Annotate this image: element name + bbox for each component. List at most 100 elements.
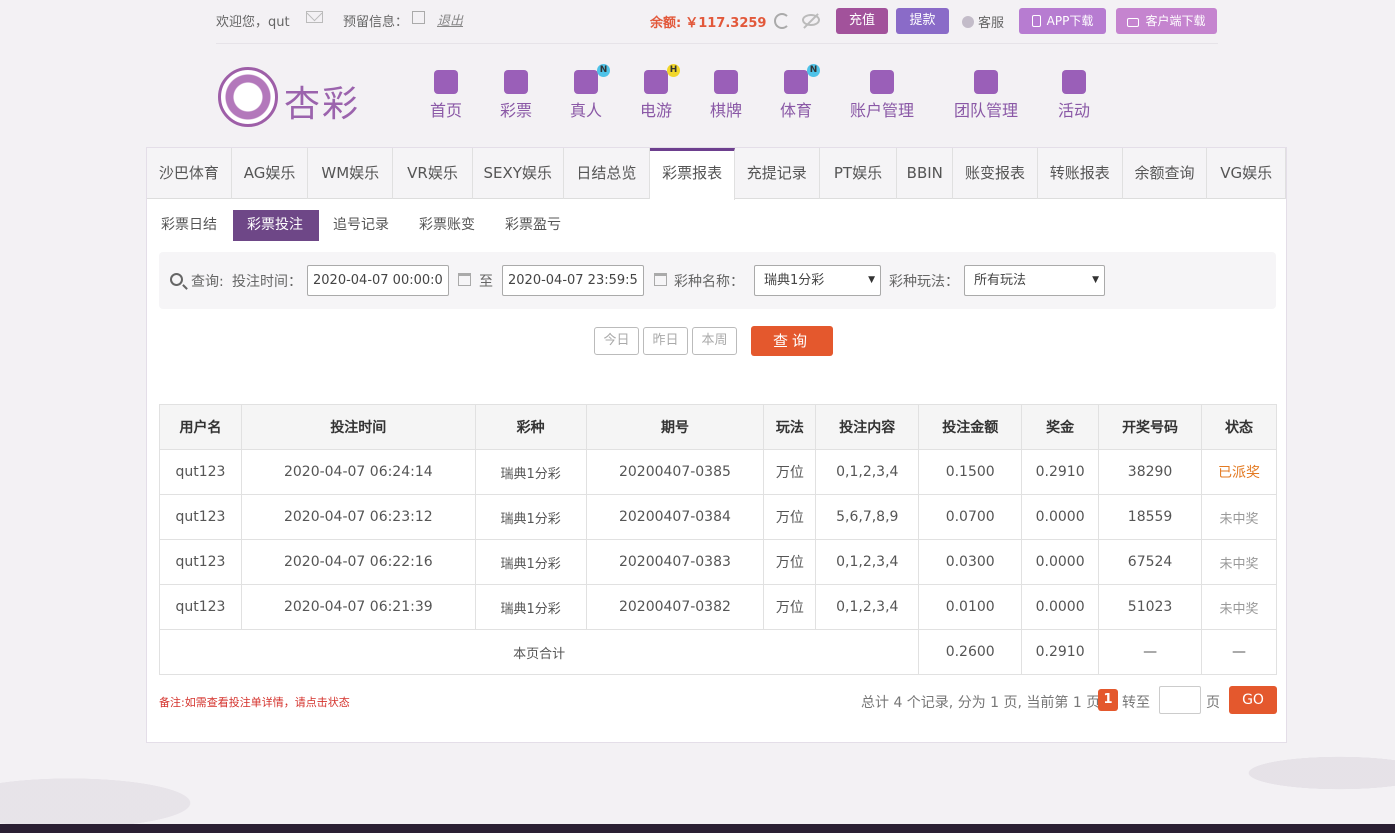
page-total-label: 本页合计: [158, 629, 920, 675]
report-tabs: 沙巴体育 AG娱乐 WM娱乐 VR娱乐 SEXY娱乐 日结总览 彩票报表 充提记…: [147, 148, 1287, 200]
monitor-icon: [1127, 18, 1140, 27]
tab-balance-change-report[interactable]: 账变报表: [953, 148, 1038, 199]
query-button[interactable]: 查询: [751, 326, 833, 356]
subtab-lottery-balance-change[interactable]: 彩票账变: [405, 210, 491, 241]
nav-account-management[interactable]: 账户管理: [844, 70, 920, 121]
client-download-button[interactable]: 客户端下载: [1116, 8, 1217, 34]
column-header: 彩种: [474, 404, 587, 450]
bet-amount-cell: 0.0300: [918, 539, 1023, 585]
column-header: 开奖号码: [1098, 404, 1203, 450]
nav-live-dealer[interactable]: N 真人: [552, 64, 620, 121]
lottery-cell: 瑞典1分彩: [474, 539, 587, 585]
tab-vg[interactable]: VG娱乐: [1207, 148, 1287, 199]
tab-ag[interactable]: AG娱乐: [232, 148, 309, 199]
hide-balance-icon[interactable]: [802, 14, 820, 26]
tab-sexy[interactable]: SEXY娱乐: [473, 148, 564, 199]
bet-content-cell: 0,1,2,3,4: [815, 449, 920, 495]
nav-chess-cards[interactable]: 棋牌: [692, 70, 760, 121]
calendar-icon[interactable]: [458, 273, 471, 286]
nav-promotions[interactable]: 活动: [1040, 70, 1108, 121]
draw-number-cell: 51023: [1098, 584, 1203, 630]
bet-content-cell: 0,1,2,3,4: [815, 584, 920, 630]
nav-e-games[interactable]: H 电游: [622, 64, 690, 121]
nav-home[interactable]: 首页: [412, 70, 480, 121]
bet-time-cell: 2020-04-07 06:21:39: [240, 584, 476, 630]
play-type-value: 所有玩法: [974, 273, 1027, 288]
reserved-info-label: 预留信息：: [343, 15, 409, 30]
team-icon: [974, 70, 998, 94]
nav-sports[interactable]: N 体育: [762, 64, 830, 121]
table-row: qut123 2020-04-07 06:23:12 瑞典1分彩 2020040…: [159, 494, 1277, 540]
prize-cell: 0.0000: [1021, 539, 1100, 585]
app-download-button[interactable]: APP下载: [1019, 8, 1106, 34]
subtab-lottery-profit-loss[interactable]: 彩票盈亏: [491, 210, 577, 241]
nav-team-management[interactable]: 团队管理: [948, 70, 1024, 121]
remark-note: 备注:如需查看投注单详情，请点击状态: [159, 696, 350, 709]
draw-number-cell: 67524: [1098, 539, 1203, 585]
nav-label: 真人: [569, 101, 602, 120]
subtab-lottery-daily[interactable]: 彩票日结: [159, 210, 233, 241]
refresh-icon[interactable]: [774, 13, 790, 29]
gamepad-icon: H: [644, 64, 680, 94]
edit-icon[interactable]: [412, 11, 425, 24]
mail-icon[interactable]: [306, 11, 323, 23]
tab-lottery-report[interactable]: 彩票报表: [650, 148, 735, 200]
tab-wm[interactable]: WM娱乐: [308, 148, 394, 199]
column-header: 状态: [1201, 404, 1277, 450]
logo-text: 杏彩: [284, 84, 361, 125]
this-week-button[interactable]: 本周: [692, 327, 737, 355]
nav-lottery[interactable]: 彩票: [482, 70, 550, 121]
goto-page-input[interactable]: [1159, 686, 1201, 714]
logo-emblem-icon: [218, 67, 278, 127]
play-cell: 万位: [763, 584, 817, 630]
withdraw-button[interactable]: 提款: [896, 8, 949, 34]
tab-transfer-report[interactable]: 转账报表: [1038, 148, 1123, 199]
recharge-button[interactable]: 充值: [836, 8, 888, 34]
goto-label: 转至: [1122, 695, 1150, 711]
bet-amount-cell: 0.1500: [918, 449, 1023, 495]
lottery-name-select[interactable]: 瑞典1分彩 ▼: [754, 265, 881, 296]
site-logo[interactable]: 杏彩: [218, 67, 368, 129]
start-time-input[interactable]: [307, 265, 449, 296]
lottery-icon: [504, 70, 528, 94]
table-total-row: 本页合计 0.2600 0.2910 — —: [158, 629, 1277, 675]
logout-link[interactable]: 退出: [437, 10, 463, 29]
column-header: 用户名: [159, 404, 242, 450]
page-1-button[interactable]: 1: [1098, 689, 1118, 711]
subtab-chase-records[interactable]: 追号记录: [319, 210, 405, 241]
status-link[interactable]: 已派奖: [1201, 449, 1277, 495]
yesterday-button[interactable]: 昨日: [643, 327, 688, 355]
tab-vr[interactable]: VR娱乐: [393, 148, 473, 199]
tab-bbin[interactable]: BBIN: [897, 148, 954, 199]
top-bar: 欢迎您，qut 预留信息： 退出 余额: ￥117.3259 充值 提款 客服 A…: [216, 8, 1218, 44]
go-button[interactable]: GO: [1229, 686, 1277, 714]
bet-time-cell: 2020-04-07 06:22:16: [240, 539, 476, 585]
tab-balance-query[interactable]: 余额查询: [1123, 148, 1208, 199]
end-time-input[interactable]: [502, 265, 644, 296]
table-header-row: 用户名 投注时间 彩种 期号 玩法 投注内容 投注金额 奖金 开奖号码 状态: [159, 404, 1277, 450]
column-header: 奖金: [1021, 404, 1100, 450]
pagination-info: 总计 4 个记录, 分为 1 页, 当前第 1 页: [861, 695, 1101, 711]
today-button[interactable]: 今日: [594, 327, 639, 355]
tab-pt[interactable]: PT娱乐: [820, 148, 898, 199]
subtab-lottery-bets[interactable]: 彩票投注: [233, 210, 319, 241]
bet-amount-cell: 0.0700: [918, 494, 1023, 540]
app-download-label: APP下载: [1046, 14, 1094, 28]
username-cell: qut123: [159, 449, 242, 495]
tab-saba-sports[interactable]: 沙巴体育: [147, 148, 232, 199]
hot-badge: H: [667, 64, 680, 77]
play-cell: 万位: [763, 494, 817, 540]
total-amount-cell: 0.2600: [918, 629, 1023, 675]
calendar-icon[interactable]: [654, 273, 667, 286]
status-link[interactable]: 未中奖: [1201, 494, 1277, 540]
tab-daily-overview[interactable]: 日结总览: [564, 148, 651, 199]
bet-time-cell: 2020-04-07 06:23:12: [240, 494, 476, 540]
balance-display: 余额: ￥117.3259: [650, 12, 766, 31]
bet-time-label: 投注时间：: [232, 274, 302, 290]
status-link[interactable]: 未中奖: [1201, 584, 1277, 630]
draw-number-cell: 18559: [1098, 494, 1203, 540]
status-link[interactable]: 未中奖: [1201, 539, 1277, 585]
play-type-select[interactable]: 所有玩法 ▼: [964, 265, 1105, 296]
customer-service-link[interactable]: 客服: [962, 12, 1004, 31]
tab-deposit-withdraw-records[interactable]: 充提记录: [735, 148, 820, 199]
